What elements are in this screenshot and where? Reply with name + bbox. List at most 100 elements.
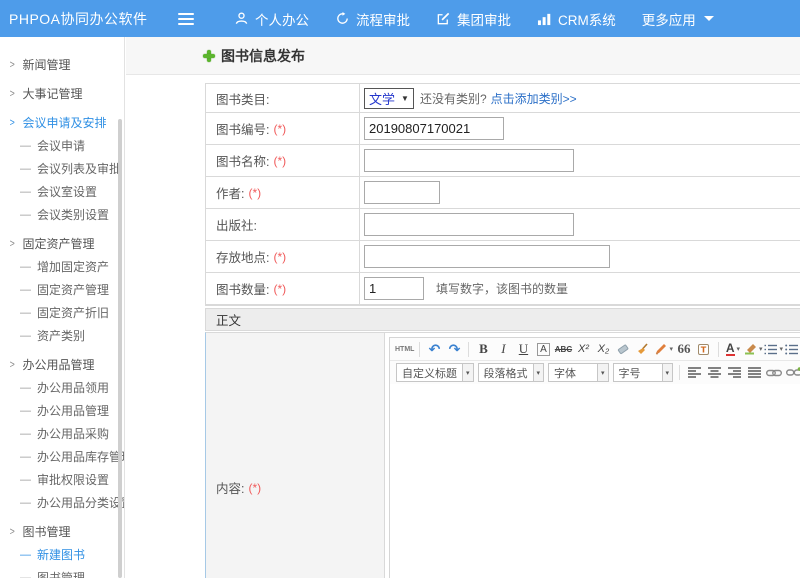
sidebar-item-book-list[interactable]: —图书管理 — [0, 566, 124, 578]
highlight-color-button[interactable]: ▾ — [744, 340, 763, 359]
required-mark: (*) — [248, 481, 261, 495]
italic-button[interactable]: I — [494, 340, 512, 359]
superscript-button[interactable]: X² — [574, 340, 592, 359]
undo-button[interactable]: ↶ — [425, 340, 443, 359]
sidebar-item-supplies-stock[interactable]: —办公用品库存管理 — [0, 445, 124, 468]
sidebar-item-supplies-claim[interactable]: —办公用品领用 — [0, 376, 124, 399]
nav-group-approval[interactable]: 集团审批 — [436, 9, 511, 29]
format-painter-button[interactable]: ▾ — [654, 340, 673, 359]
edit-document-icon — [436, 11, 451, 26]
dropdown-caret-icon: ▾ — [669, 345, 673, 353]
nav-crm-system[interactable]: CRM系统 — [537, 9, 616, 29]
dash-icon: — — [20, 382, 31, 394]
sidebar-item-supplies-category[interactable]: —办公用品分类设置 — [0, 491, 124, 514]
sidebar-item-office-supplies[interactable]: >办公用品管理 — [0, 353, 124, 376]
quantity-input[interactable] — [364, 277, 424, 300]
html-source-button[interactable]: HTML — [395, 340, 414, 359]
dash-icon: — — [20, 261, 31, 273]
book-number-input[interactable] — [364, 117, 504, 140]
sidebar-item-memorabilia[interactable]: >大事记管理 — [0, 82, 124, 105]
field-label: 图书编号: — [216, 119, 269, 138]
sidebar-item-asset-manage[interactable]: —固定资产管理 — [0, 278, 124, 301]
bold-button[interactable]: B — [474, 340, 492, 359]
bar-chart-icon — [537, 12, 552, 26]
sidebar-item-supplies-purchase[interactable]: —办公用品采购 — [0, 422, 124, 445]
font-background-button[interactable]: A — [537, 343, 550, 356]
align-center-icon — [708, 367, 721, 378]
category-hint: 还没有类别? — [420, 90, 487, 107]
category-select[interactable]: 文学 ▼ — [364, 88, 414, 109]
strikethrough-button[interactable]: ABC — [554, 340, 572, 359]
sidebar-item-meeting-room[interactable]: —会议室设置 — [0, 180, 124, 203]
underline-button[interactable]: U — [514, 340, 532, 359]
sidebar-item-add-asset[interactable]: —增加固定资产 — [0, 255, 124, 278]
align-justify-button[interactable] — [745, 363, 763, 382]
hamburger-menu-icon[interactable] — [178, 13, 194, 25]
custom-title-dropdown[interactable]: 自定义标题 ▾ — [396, 363, 474, 382]
paragraph-format-dropdown[interactable]: 段落格式 ▾ — [478, 363, 545, 382]
sidebar-item-meeting-list[interactable]: —会议列表及审批 — [0, 157, 124, 180]
book-name-input[interactable] — [364, 149, 574, 172]
font-color-button[interactable]: A ▾ — [724, 340, 742, 359]
dash-icon: — — [20, 186, 31, 198]
page-title: 图书信息发布 — [221, 46, 305, 66]
required-mark: (*) — [273, 122, 286, 136]
sidebar-item-asset-depreciation[interactable]: —固定资产折旧 — [0, 301, 124, 324]
dash-icon: — — [20, 549, 31, 561]
nav-process-approval[interactable]: 流程审批 — [335, 9, 410, 29]
link-icon — [766, 368, 782, 378]
field-label: 作者: — [216, 183, 244, 202]
eraser-button[interactable] — [614, 340, 632, 359]
redo-button[interactable]: ↷ — [445, 340, 463, 359]
person-icon — [234, 11, 249, 26]
nav-label: 更多应用 — [642, 9, 696, 29]
author-input[interactable] — [364, 181, 440, 204]
editor-toolbar-row1: HTML ↶ ↷ B I U A ABC X² X₂ — [390, 338, 800, 361]
sidebar-item-approval-permission[interactable]: —审批权限设置 — [0, 468, 124, 491]
app-window: PHPOA协同办公软件 个人办公 流程审批 集团审批 — [0, 0, 800, 578]
dash-icon: — — [20, 209, 31, 221]
select-arrow-icon: ▼ — [401, 94, 409, 103]
nav-personal-office[interactable]: 个人办公 — [234, 9, 309, 29]
publisher-input[interactable] — [364, 213, 574, 236]
add-category-link[interactable]: 点击添加类别>> — [491, 90, 577, 107]
subscript-button[interactable]: X₂ — [594, 340, 612, 359]
align-center-button[interactable] — [705, 363, 723, 382]
unordered-list-button[interactable]: ▾ — [785, 340, 800, 359]
insert-link-button[interactable] — [765, 363, 783, 382]
sidebar-item-meeting[interactable]: >会议申请及安排 — [0, 111, 124, 134]
blockquote-button[interactable]: 66 — [675, 340, 693, 359]
ordered-list-button[interactable]: ▾ — [764, 340, 783, 359]
align-right-button[interactable] — [725, 363, 743, 382]
font-family-dropdown[interactable]: 字体 ▾ — [548, 363, 609, 382]
sidebar-item-meeting-apply[interactable]: —会议申请 — [0, 134, 124, 157]
font-size-dropdown[interactable]: 字号 ▾ — [613, 363, 674, 382]
location-input[interactable] — [364, 245, 610, 268]
editor-content-area[interactable] — [390, 384, 800, 578]
sidebar-item-book-manage[interactable]: >图书管理 — [0, 520, 124, 543]
paste-template-button[interactable]: T — [695, 340, 713, 359]
dash-icon: — — [20, 451, 31, 463]
align-left-button[interactable] — [685, 363, 703, 382]
chevron-right-icon: > — [10, 359, 15, 371]
dash-icon: — — [20, 307, 31, 319]
main-content: 图书信息发布 图书类目: 文学 ▼ 还没有类别? 点击添加类别>> — [126, 37, 800, 578]
dash-icon: — — [20, 330, 31, 342]
dropdown-caret-icon: ▾ — [597, 364, 608, 381]
dash-icon: — — [20, 497, 31, 509]
dash-icon: — — [20, 284, 31, 296]
sidebar-menu: >新闻管理 >大事记管理 >会议申请及安排 —会议申请 —会议列表及审批 —会议… — [0, 37, 125, 578]
sidebar-item-news[interactable]: >新闻管理 — [0, 53, 124, 76]
sidebar-item-new-book[interactable]: —新建图书 — [0, 543, 124, 566]
nav-more-apps[interactable]: 更多应用 — [642, 9, 714, 29]
unlink-button[interactable] — [785, 363, 800, 382]
clear-format-button[interactable] — [634, 340, 652, 359]
sidebar-item-fixed-assets[interactable]: >固定资产管理 — [0, 232, 124, 255]
sidebar-item-asset-type[interactable]: —资产类别 — [0, 324, 124, 347]
required-mark: (*) — [273, 154, 286, 168]
sidebar-item-meeting-type[interactable]: —会议类别设置 — [0, 203, 124, 226]
eraser-icon — [616, 343, 630, 356]
sidebar-item-supplies-manage[interactable]: —办公用品管理 — [0, 399, 124, 422]
sidebar-scrollbar[interactable] — [118, 119, 122, 578]
dash-icon: — — [20, 572, 31, 578]
